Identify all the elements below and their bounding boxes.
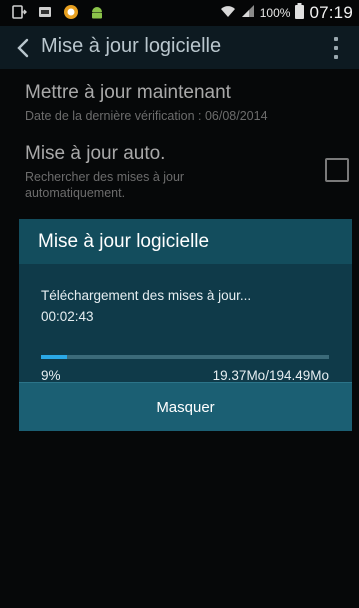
app-notification-icon	[36, 3, 54, 21]
update-now-item[interactable]: Mettre à jour maintenant Date de la dern…	[25, 82, 268, 124]
more-vert-icon	[334, 37, 338, 41]
system-status: 100% 07:19	[220, 2, 353, 24]
download-size: 19.37Mo/194.49Mo	[212, 368, 329, 383]
dialog-body: Téléchargement des mises à jour... 00:02…	[19, 264, 352, 383]
status-bar: 100% 07:19	[0, 0, 359, 26]
notification-icons	[10, 3, 106, 21]
overflow-menu-button[interactable]	[331, 35, 341, 61]
chevron-left-icon	[17, 38, 29, 58]
update-progress-dialog: Mise à jour logicielle Téléchargement de…	[19, 219, 352, 431]
progress-percentage: 9%	[41, 368, 61, 383]
clock: 07:19	[309, 3, 353, 22]
app-bar: Mise à jour logicielle	[0, 26, 359, 69]
last-check-date: Date de la dernière vérification : 06/08…	[25, 109, 268, 123]
back-button[interactable]	[14, 35, 32, 61]
download-status-message: Téléchargement des mises à jour...	[41, 288, 252, 303]
dialog-title: Mise à jour logicielle	[38, 231, 210, 252]
progress-fill	[41, 355, 67, 359]
orange-app-icon	[62, 3, 80, 21]
screen-mirror-icon	[10, 3, 28, 21]
battery-icon	[295, 2, 305, 24]
battery-percentage: 100%	[259, 6, 291, 20]
elapsed-time: 00:02:43	[41, 309, 94, 324]
hide-button[interactable]: Masquer	[19, 382, 352, 431]
download-progress-bar	[41, 355, 329, 359]
dialog-header: Mise à jour logicielle	[19, 219, 352, 264]
auto-update-description: Rechercher des mises à jour automatiquem…	[25, 170, 185, 200]
update-now-title: Mettre à jour maintenant	[25, 82, 231, 103]
auto-update-title: Mise à jour auto.	[25, 143, 166, 164]
auto-update-checkbox[interactable]	[325, 158, 349, 182]
signal-icon	[241, 4, 255, 23]
auto-update-item[interactable]: Mise à jour auto. Rechercher des mises à…	[25, 143, 184, 201]
android-icon	[88, 3, 106, 21]
page-title: Mise à jour logicielle	[41, 35, 222, 57]
wifi-icon	[220, 4, 236, 23]
